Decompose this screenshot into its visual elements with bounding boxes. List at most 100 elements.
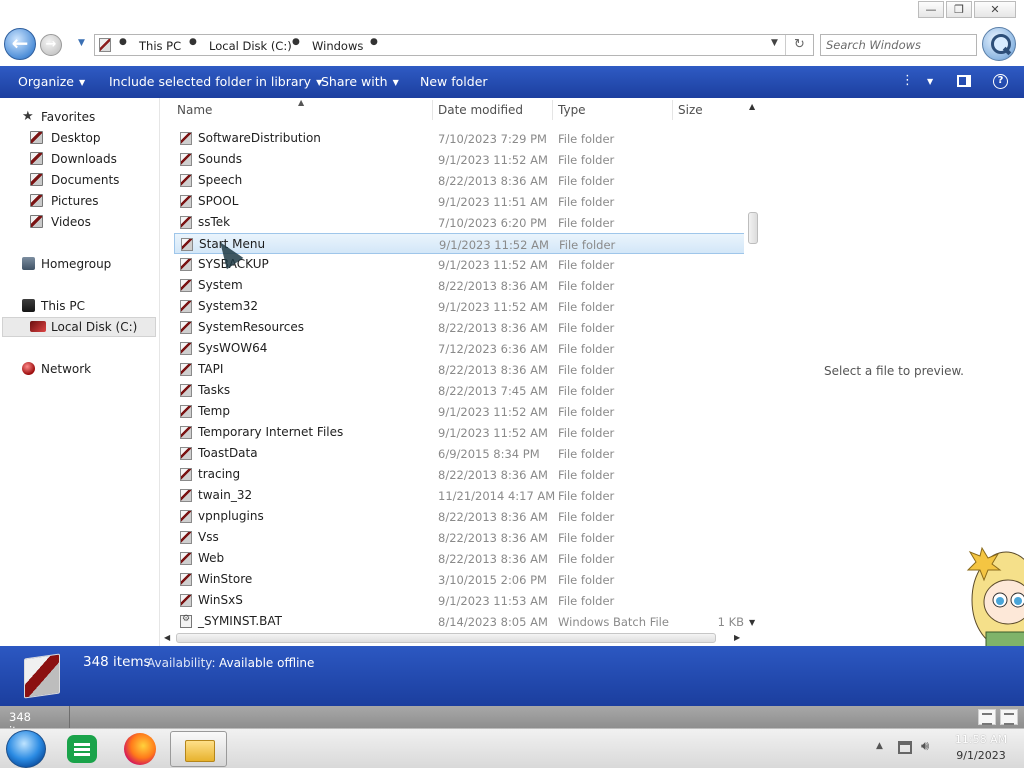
back-button[interactable]: ← bbox=[4, 28, 36, 60]
column-divider[interactable] bbox=[552, 100, 553, 120]
file-name: WinSxS bbox=[198, 593, 243, 607]
details-view-icon[interactable] bbox=[978, 709, 996, 725]
folder-icon bbox=[30, 194, 43, 207]
table-row[interactable]: TAPI 8/22/2013 8:36 AM File folder bbox=[174, 359, 746, 380]
table-row[interactable]: Speech 8/22/2013 8:36 AM File folder bbox=[174, 170, 746, 191]
breadcrumb-separator-icon[interactable]: ● bbox=[189, 37, 197, 47]
table-row[interactable]: SPOOL 9/1/2023 11:51 AM File folder bbox=[174, 191, 746, 212]
file-date: 9/1/2023 11:52 AM bbox=[438, 405, 548, 419]
preview-pane-icon[interactable] bbox=[957, 75, 971, 87]
file-name: WinStore bbox=[198, 572, 253, 586]
search-icon[interactable] bbox=[982, 27, 1016, 61]
nav-desktop[interactable]: Desktop bbox=[30, 128, 101, 148]
table-row[interactable]: Sounds 9/1/2023 11:52 AM File folder bbox=[174, 149, 746, 170]
start-button[interactable] bbox=[6, 730, 46, 768]
show-hidden-icons-icon[interactable]: ▲ bbox=[876, 741, 883, 751]
column-header-size[interactable]: Size bbox=[678, 103, 703, 117]
breadcrumb-this-pc[interactable]: This PC bbox=[139, 39, 181, 53]
organize-button[interactable]: Organize ▼ bbox=[18, 74, 85, 89]
notes-app-icon[interactable] bbox=[67, 735, 97, 763]
scroll-up-icon[interactable]: ▲ bbox=[749, 102, 755, 111]
view-options-icon[interactable]: ⋮ bbox=[901, 73, 914, 88]
scroll-left-icon[interactable]: ◀ bbox=[164, 633, 170, 642]
table-row[interactable]: Start Menu 9/1/2023 11:52 AM File folder bbox=[174, 233, 746, 254]
file-type: File folder bbox=[558, 174, 615, 188]
vertical-scroll-thumb[interactable] bbox=[748, 212, 758, 244]
scroll-right-icon[interactable]: ▶ bbox=[734, 633, 740, 642]
forward-button[interactable]: → bbox=[40, 34, 62, 56]
status-bar: 348 items bbox=[0, 706, 1024, 738]
view-dropdown-icon[interactable]: ▼ bbox=[927, 77, 933, 86]
share-with-button[interactable]: Share with ▼ bbox=[321, 74, 399, 89]
table-row[interactable]: _SYMINST.BAT 8/14/2023 8:05 AM Windows Bat… bbox=[174, 611, 746, 632]
table-row[interactable]: Tasks 8/22/2013 7:45 AM File folder bbox=[174, 380, 746, 401]
breadcrumb-separator-icon[interactable]: ● bbox=[119, 37, 127, 47]
table-row[interactable]: twain_32 11/21/2014 4:17 AM File folder bbox=[174, 485, 746, 506]
table-row[interactable]: SoftwareDistribution 7/10/2023 7:29 PM Fil… bbox=[174, 128, 746, 149]
column-header-name[interactable]: Name bbox=[177, 103, 212, 117]
table-row[interactable]: SystemResources 8/22/2013 8:36 AM File fol… bbox=[174, 317, 746, 338]
table-row[interactable]: SysWOW64 7/12/2023 6:36 AM File folder bbox=[174, 338, 746, 359]
search-input[interactable]: Search Windows bbox=[820, 34, 977, 56]
nav-this-pc[interactable]: This PC bbox=[20, 296, 85, 316]
breadcrumb-local-disk[interactable]: Local Disk (C:) bbox=[209, 39, 292, 53]
column-header-date[interactable]: Date modified bbox=[438, 103, 523, 117]
address-dropdown-icon[interactable]: ▼ bbox=[771, 38, 778, 48]
refresh-icon[interactable]: ↻ bbox=[785, 35, 813, 55]
large-icons-view-icon[interactable] bbox=[1000, 709, 1018, 725]
file-explorer-taskbar-button[interactable] bbox=[170, 731, 227, 767]
minimize-button[interactable]: — bbox=[918, 1, 944, 18]
maximize-button[interactable]: ❐ bbox=[946, 1, 972, 18]
close-button[interactable]: ✕ bbox=[974, 1, 1016, 18]
file-size: 1 KB bbox=[717, 615, 744, 629]
file-type: File folder bbox=[558, 489, 615, 503]
nav-videos[interactable]: Videos bbox=[30, 212, 91, 232]
file-type: File folder bbox=[558, 405, 615, 419]
horizontal-scrollbar[interactable]: ◀ ▶ bbox=[160, 630, 744, 646]
column-divider[interactable] bbox=[672, 100, 673, 120]
volume-icon[interactable]: 🔊︎ bbox=[921, 739, 929, 754]
scroll-down-icon[interactable]: ▼ bbox=[749, 618, 755, 627]
nav-pictures[interactable]: Pictures bbox=[30, 191, 99, 211]
recent-locations-dropdown-icon[interactable]: ▼ bbox=[78, 38, 85, 48]
table-row[interactable]: Web 8/22/2013 8:36 AM File folder bbox=[174, 548, 746, 569]
table-row[interactable]: tracing 8/22/2013 8:36 AM File folder bbox=[174, 464, 746, 485]
vertical-scrollbar[interactable]: ▲ ▼ bbox=[744, 100, 762, 630]
table-row[interactable]: System32 9/1/2023 11:52 AM File folder bbox=[174, 296, 746, 317]
file-type: File folder bbox=[558, 573, 615, 587]
file-name: SPOOL bbox=[198, 194, 239, 208]
clock-time[interactable]: 11:58 AM bbox=[944, 733, 1018, 746]
table-row[interactable]: WinStore 3/10/2015 2:06 PM File folder bbox=[174, 569, 746, 590]
network-tray-icon[interactable] bbox=[898, 741, 912, 754]
breadcrumb-windows[interactable]: Windows bbox=[312, 39, 363, 53]
nav-network[interactable]: Network bbox=[20, 359, 91, 379]
table-row[interactable]: WinSxS 9/1/2023 11:53 AM File folder bbox=[174, 590, 746, 611]
clock-date[interactable]: 9/1/2023 bbox=[944, 749, 1018, 762]
table-row[interactable]: Temporary Internet Files 9/1/2023 11:52 A… bbox=[174, 422, 746, 443]
table-row[interactable]: ToastData 6/9/2015 8:34 PM File folder bbox=[174, 443, 746, 464]
horizontal-scroll-thumb[interactable] bbox=[176, 633, 716, 643]
table-row[interactable]: SYSBACKUP 9/1/2023 11:52 AM File folder bbox=[174, 254, 746, 275]
table-row[interactable]: Vss 8/22/2013 8:36 AM File folder bbox=[174, 527, 746, 548]
table-row[interactable]: vpnplugins 8/22/2013 8:36 AM File folder bbox=[174, 506, 746, 527]
address-bar[interactable]: ● This PC ● Local Disk (C:) ● Windows ● … bbox=[94, 34, 814, 56]
table-row[interactable]: ssTek 7/10/2023 6:20 PM File folder bbox=[174, 212, 746, 233]
table-row[interactable]: System 8/22/2013 8:36 AM File folder bbox=[174, 275, 746, 296]
file-name: tracing bbox=[198, 467, 241, 481]
new-folder-button[interactable]: New folder bbox=[420, 74, 488, 89]
nav-documents[interactable]: Documents bbox=[30, 170, 119, 190]
firefox-icon[interactable] bbox=[124, 733, 156, 765]
breadcrumb-separator-icon[interactable]: ● bbox=[292, 37, 300, 47]
column-divider[interactable] bbox=[432, 100, 433, 120]
column-header-type[interactable]: Type bbox=[558, 103, 586, 117]
breadcrumb-separator-icon[interactable]: ● bbox=[370, 37, 378, 47]
nav-favorites[interactable]: ★ Favorites bbox=[20, 107, 95, 127]
include-in-library-button[interactable]: Include selected folder in library ▼ bbox=[109, 74, 322, 89]
help-icon[interactable]: ? bbox=[993, 74, 1008, 89]
nav-homegroup[interactable]: Homegroup bbox=[20, 254, 111, 274]
table-row[interactable]: Temp 9/1/2023 11:52 AM File folder bbox=[174, 401, 746, 422]
file-name: SoftwareDistribution bbox=[198, 131, 321, 145]
nav-downloads[interactable]: Downloads bbox=[30, 149, 117, 169]
nav-local-disk[interactable]: Local Disk (C:) bbox=[30, 317, 137, 337]
file-date: 9/1/2023 11:51 AM bbox=[438, 195, 548, 209]
